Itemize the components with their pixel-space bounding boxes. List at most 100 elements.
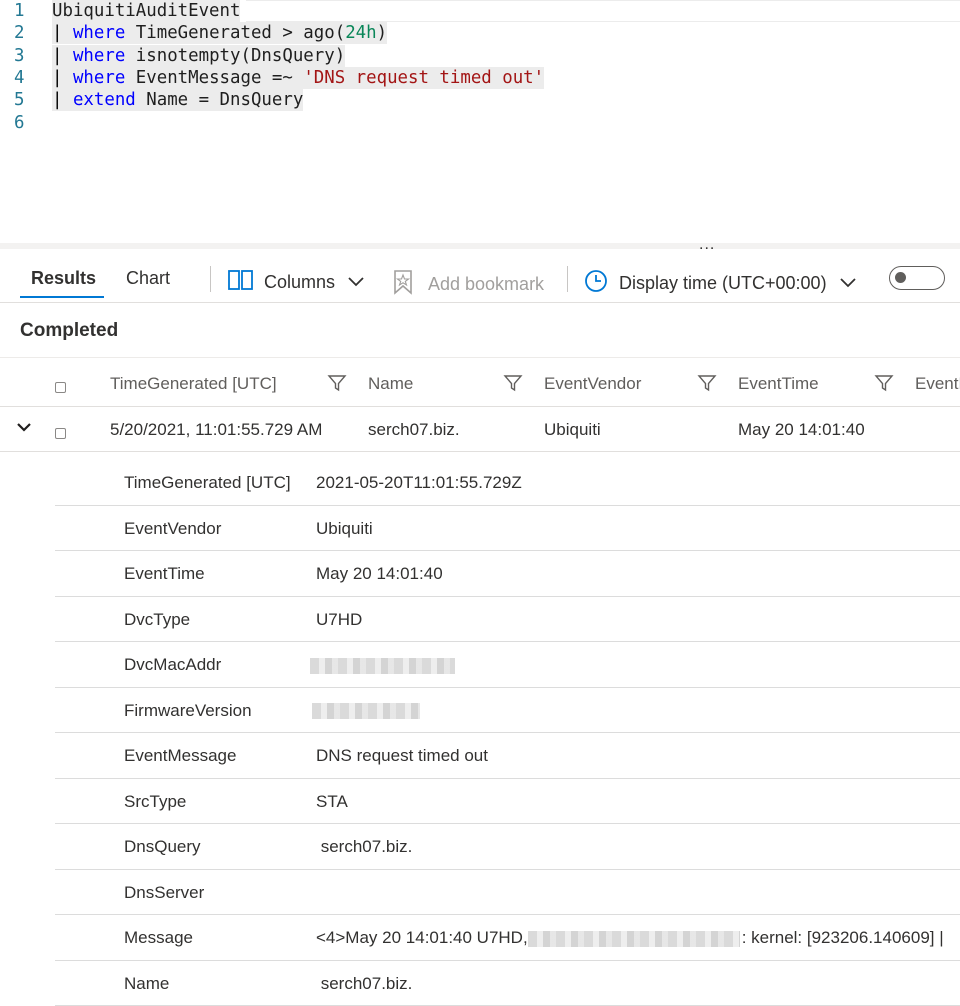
redacted-mac-address bbox=[310, 655, 455, 675]
results-toolbar: Results Chart Columns Add bookmark Displ… bbox=[0, 252, 960, 303]
code-string: 'DNS request timed out' bbox=[303, 68, 544, 88]
filter-icon[interactable] bbox=[874, 373, 894, 393]
detail-row: EventMessage DNS request timed out bbox=[55, 733, 960, 779]
columns-button[interactable]: Columns bbox=[228, 269, 365, 296]
detail-key: DnsQuery bbox=[124, 837, 201, 857]
tab-results[interactable]: Results bbox=[31, 268, 96, 289]
row-checkbox[interactable] bbox=[55, 428, 66, 439]
code-token: | bbox=[52, 90, 73, 110]
tab-chart[interactable]: Chart bbox=[126, 268, 170, 289]
cell-name: serch07.biz. bbox=[368, 420, 460, 440]
filter-icon[interactable] bbox=[503, 373, 523, 393]
line-number: 4 bbox=[14, 67, 34, 89]
cell-eventtime: May 20 14:01:40 bbox=[738, 420, 865, 440]
add-bookmark-label: Add bookmark bbox=[428, 274, 544, 295]
detail-key: EventVendor bbox=[124, 519, 221, 539]
detail-row: Name serch07.biz. bbox=[55, 961, 960, 1006]
columns-icon bbox=[228, 269, 254, 296]
redacted-firmware-version bbox=[312, 701, 420, 721]
select-all-checkbox[interactable] bbox=[55, 382, 66, 393]
bookmark-icon bbox=[392, 269, 414, 300]
redacted-segment bbox=[528, 931, 740, 947]
detail-value: DNS request timed out bbox=[316, 746, 488, 766]
toggle-knob bbox=[895, 272, 906, 283]
code-token: TimeGenerated > ago( bbox=[125, 23, 345, 43]
detail-row: DvcMacAddr bbox=[55, 642, 960, 688]
detail-key: DnsServer bbox=[124, 883, 204, 903]
cell-eventvendor: Ubiquiti bbox=[544, 420, 601, 440]
active-tab-indicator bbox=[20, 296, 104, 298]
chevron-down-icon[interactable] bbox=[16, 419, 32, 435]
filter-icon[interactable] bbox=[697, 373, 717, 393]
code-text: | where TimeGenerated > ago(24h) bbox=[52, 22, 387, 44]
detail-key: FirmwareVersion bbox=[124, 701, 252, 721]
code-keyword: extend bbox=[73, 90, 136, 110]
display-time-button[interactable]: Display time (UTC+00:00) bbox=[584, 269, 857, 298]
code-number: 24h bbox=[345, 23, 376, 43]
chevron-down-icon bbox=[347, 272, 365, 293]
table-row[interactable]: 5/20/2021, 11:01:55.729 AM serch07.biz. … bbox=[0, 407, 960, 452]
detail-key: SrcType bbox=[124, 792, 186, 812]
detail-row: EventVendor Ubiquiti bbox=[55, 506, 960, 552]
column-header-name[interactable]: Name bbox=[368, 374, 413, 394]
query-editor[interactable]: 1 UbiquitiAuditEvent 2 | where TimeGenerate… bbox=[0, 0, 960, 240]
toolbar-divider bbox=[567, 266, 568, 292]
detail-value: Ubiquiti bbox=[316, 519, 373, 539]
detail-key: Name bbox=[124, 974, 169, 994]
line-number: 2 bbox=[14, 22, 34, 44]
pane-splitter[interactable] bbox=[0, 243, 960, 249]
line-number: 1 bbox=[14, 0, 34, 22]
code-text: | where isnotempty(DnsQuery) bbox=[52, 45, 345, 67]
detail-key: EventTime bbox=[124, 564, 205, 584]
detail-row: SrcType STA bbox=[55, 779, 960, 825]
filter-icon[interactable] bbox=[327, 373, 347, 393]
detail-row: TimeGenerated [UTC] 2021-05-20T11:01:55.… bbox=[55, 460, 960, 506]
line-number: 3 bbox=[14, 45, 34, 67]
message-suffix: : kernel: [923206.140609] | bbox=[742, 928, 944, 947]
code-token: EventMessage =~ bbox=[125, 68, 303, 88]
detail-value: U7HD bbox=[316, 610, 362, 630]
detail-value-message: <4>May 20 14:01:40 U7HD,: kernel: [92320… bbox=[316, 928, 960, 948]
row-detail-panel: TimeGenerated [UTC] 2021-05-20T11:01:55.… bbox=[55, 460, 960, 1006]
code-token: | bbox=[52, 68, 73, 88]
display-time-label: Display time (UTC+00:00) bbox=[619, 273, 827, 294]
chevron-down-icon bbox=[839, 273, 857, 294]
detail-value: serch07.biz. bbox=[316, 837, 412, 857]
query-status: Completed bbox=[20, 320, 118, 342]
column-header-eventtime[interactable]: EventTime bbox=[738, 374, 819, 394]
detail-value: serch07.biz. bbox=[316, 974, 412, 994]
columns-label: Columns bbox=[264, 272, 335, 293]
code-token: UbiquitiAuditEvent bbox=[52, 1, 240, 21]
cell-timegenerated: 5/20/2021, 11:01:55.729 AM bbox=[110, 420, 322, 440]
detail-row: EventTime May 20 14:01:40 bbox=[55, 551, 960, 597]
detail-key: Message bbox=[124, 928, 193, 948]
code-text: | where EventMessage =~ 'DNS request tim… bbox=[52, 67, 544, 89]
detail-row: DnsQuery serch07.biz. bbox=[55, 824, 960, 870]
code-token: | bbox=[52, 23, 73, 43]
code-token: Name = DnsQuery bbox=[136, 90, 304, 110]
column-header-eventvendor[interactable]: EventVendor bbox=[544, 374, 641, 394]
detail-key: DvcType bbox=[124, 610, 190, 630]
detail-row: FirmwareVersion bbox=[55, 688, 960, 734]
detail-key: EventMessage bbox=[124, 746, 236, 766]
code-keyword: where bbox=[73, 23, 125, 43]
line-number: 6 bbox=[14, 112, 34, 134]
add-bookmark-button[interactable]: Add bookmark bbox=[392, 269, 544, 300]
code-token: ) bbox=[377, 23, 387, 43]
detail-row: DnsServer bbox=[55, 870, 960, 916]
detail-row: DvcType U7HD bbox=[55, 597, 960, 643]
results-grid-header: TimeGenerated [UTC] Name EventVendor Eve… bbox=[0, 358, 960, 407]
code-text: | extend Name = DnsQuery bbox=[52, 89, 303, 111]
detail-row: Message <4>May 20 14:01:40 U7HD,: kernel… bbox=[55, 915, 960, 961]
detail-key: DvcMacAddr bbox=[124, 655, 221, 675]
toggle-switch[interactable] bbox=[889, 266, 945, 290]
detail-value: STA bbox=[316, 792, 348, 812]
code-keyword: where bbox=[73, 68, 125, 88]
toolbar-divider bbox=[210, 266, 211, 292]
column-header-eventmessage[interactable]: EventM bbox=[915, 374, 960, 394]
column-header-timegenerated[interactable]: TimeGenerated [UTC] bbox=[110, 374, 277, 394]
code-token: | bbox=[52, 46, 73, 66]
detail-value: 2021-05-20T11:01:55.729Z bbox=[316, 473, 522, 493]
clock-icon bbox=[584, 269, 608, 298]
line-number: 5 bbox=[14, 89, 34, 111]
